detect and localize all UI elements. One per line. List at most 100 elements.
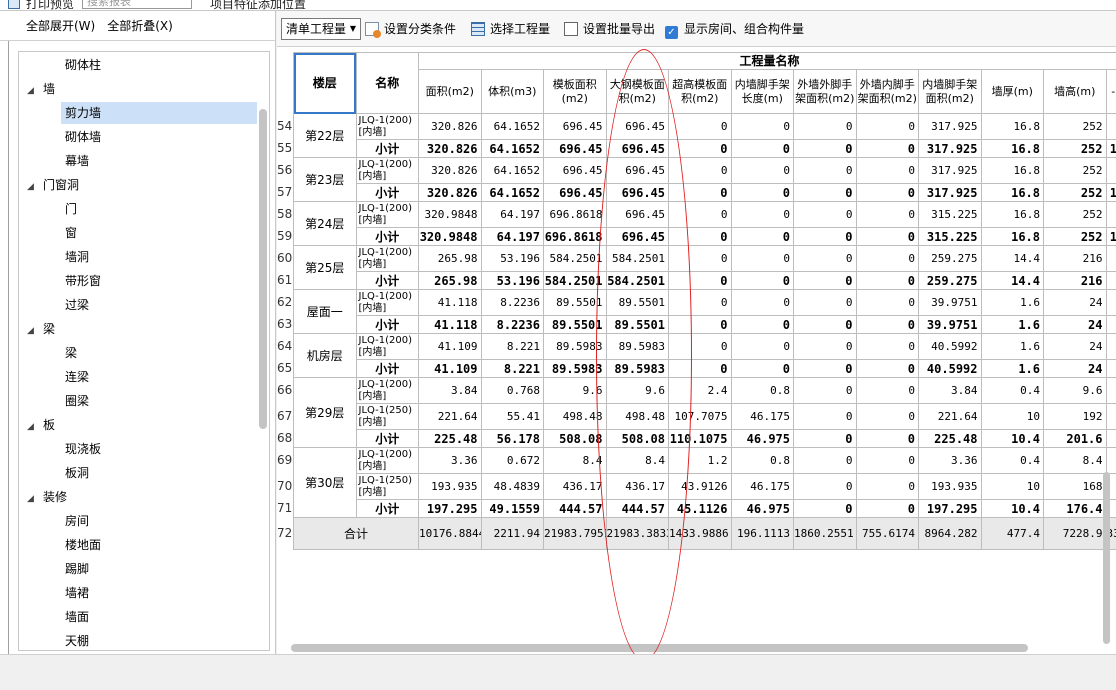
floor-cell[interactable]: 屋面一 — [293, 289, 357, 334]
value-cell[interactable]: 436.17 — [543, 473, 607, 500]
value-cell[interactable]: 46.175 — [730, 473, 794, 500]
batch-export-button[interactable]: 设置批量导出 — [564, 18, 655, 40]
quantity-type-select[interactable]: 清单工程量 ▼ — [281, 18, 361, 40]
tree-category[interactable]: ◢ 门窗洞 — [27, 174, 79, 196]
value-cell[interactable]: 0.4 — [980, 377, 1044, 404]
show-room-checkbox[interactable]: ✓ 显示房间、组合构件量 — [665, 18, 804, 40]
table-row[interactable]: 第23层 JLQ-1(200)[内墙] 320.826 64.1652 696.45 69… — [293, 157, 1116, 202]
value-cell[interactable]: 0 — [855, 289, 919, 316]
report-search-input[interactable]: 搜索报表 — [82, 0, 192, 9]
value-cell[interactable]: 10 — [980, 473, 1044, 500]
value-cell[interactable]: 320.9848 — [418, 227, 482, 246]
column-header[interactable]: 面积(m2) — [418, 69, 482, 114]
value-cell[interactable]: 7228.9 — [1043, 517, 1107, 550]
tree-item[interactable]: 墙裙 — [61, 582, 257, 604]
value-cell[interactable]: 216 — [1043, 245, 1107, 272]
value-cell[interactable]: 0 — [730, 139, 794, 158]
tree-item[interactable]: 板洞 — [61, 462, 257, 484]
column-header[interactable]: 体积(m3) — [480, 69, 544, 114]
value-cell[interactable]: 0 — [793, 183, 857, 202]
column-header[interactable]: 超高模板面积(m2) — [668, 69, 732, 114]
grid-vertical-scrollbar[interactable] — [1103, 472, 1110, 644]
value-cell[interactable]: 1.6 — [980, 289, 1044, 316]
value-cell[interactable]: 0 — [730, 183, 794, 202]
value-cell[interactable]: 197.295 — [418, 499, 482, 518]
value-cell[interactable]: 16.8 — [980, 157, 1044, 184]
value-cell[interactable]: 2.4 — [668, 377, 732, 404]
value-cell[interactable]: 89.5501 — [605, 289, 669, 316]
floor-cell[interactable]: 第30层 — [293, 447, 357, 518]
floor-cell[interactable]: 第22层 — [293, 113, 357, 158]
value-cell[interactable]: 64.1652 — [480, 113, 544, 140]
value-cell[interactable]: 110.1075 — [668, 429, 732, 448]
column-header[interactable]: 内墙脚手架长度(m) — [730, 69, 794, 114]
value-cell[interactable]: 0 — [668, 359, 732, 378]
value-cell[interactable]: 49.1559 — [480, 499, 544, 518]
tree-item[interactable]: 楼地面 — [61, 534, 257, 556]
component-name-cell[interactable]: JLQ-1(250)[内墙] — [355, 403, 419, 430]
value-cell[interactable] — [1105, 359, 1116, 378]
value-cell[interactable]: 584.2501 — [605, 271, 669, 290]
component-name-cell[interactable]: JLQ-1(200)[内墙] — [355, 245, 419, 272]
value-cell[interactable]: 168 — [1043, 473, 1107, 500]
tree-item[interactable]: 幕墙 — [61, 150, 257, 172]
value-cell[interactable]: 107.7075 — [668, 403, 732, 430]
table-row[interactable]: JLQ-1(250)[内墙] 221.64 55.41 498.48 498.48 107… — [294, 403, 1116, 430]
tree-item[interactable]: 墙面 — [61, 606, 257, 628]
subtotal-row[interactable]: 小计 197.295 49.1559 444.57 444.57 45.1126 46.97… — [294, 499, 1116, 518]
value-cell[interactable]: 41.109 — [418, 359, 482, 378]
tree-item[interactable]: 砌体柱 — [61, 54, 257, 76]
value-cell[interactable]: 8.2236 — [480, 315, 544, 334]
tree-category[interactable]: ◢ 墙 — [27, 78, 55, 100]
value-cell[interactable]: 0 — [855, 315, 919, 334]
value-cell[interactable]: 477.4 — [980, 517, 1044, 550]
value-cell[interactable]: 8.4 — [543, 447, 607, 474]
value-cell[interactable]: 317.925 — [918, 157, 982, 184]
collapse-arrow-icon[interactable]: ◢ — [27, 416, 43, 438]
value-cell[interactable]: 3.36 — [918, 447, 982, 474]
floor-cell[interactable]: 第29层 — [293, 377, 357, 448]
value-cell[interactable]: 320.9848 — [418, 201, 482, 228]
value-cell[interactable]: 0 — [730, 227, 794, 246]
value-cell[interactable]: 320.826 — [418, 113, 482, 140]
value-cell[interactable]: 9.6 — [1043, 377, 1107, 404]
tree-category[interactable]: ◢ 装修 — [27, 486, 67, 508]
value-cell[interactable]: 1.6 — [980, 315, 1044, 334]
value-cell[interactable]: 53.196 — [480, 245, 544, 272]
value-cell[interactable] — [1105, 201, 1116, 228]
value-cell[interactable]: 0 — [793, 271, 857, 290]
collapse-arrow-icon[interactable]: ◢ — [27, 488, 43, 510]
value-cell[interactable]: 225.48 — [918, 429, 982, 448]
choose-quantity-button[interactable]: 选择工程量 — [471, 18, 550, 40]
floor-cell[interactable]: 第23层 — [293, 157, 357, 202]
value-cell[interactable]: 315.225 — [918, 201, 982, 228]
floor-cell[interactable]: 第24层 — [293, 201, 357, 246]
value-cell[interactable]: 3.84 — [918, 377, 982, 404]
value-cell[interactable]: 21983.3833 — [605, 517, 669, 550]
component-name-cell[interactable]: JLQ-1(200)[内墙] — [355, 377, 419, 404]
value-cell[interactable]: 221.64 — [918, 403, 982, 430]
value-cell[interactable]: 696.45 — [605, 113, 669, 140]
value-cell[interactable]: 0 — [855, 139, 919, 158]
value-cell[interactable]: 1.6 — [980, 359, 1044, 378]
horizontal-scrollbar[interactable] — [291, 644, 1028, 652]
tree-item[interactable]: 圈梁 — [61, 390, 257, 412]
value-cell[interactable]: 14.4 — [980, 271, 1044, 290]
value-cell[interactable]: 0 — [730, 271, 794, 290]
value-cell[interactable]: 584.2501 — [543, 245, 607, 272]
value-cell[interactable]: 584.2501 — [605, 245, 669, 272]
floor-cell[interactable]: 第25层 — [293, 245, 357, 290]
subtotal-row[interactable]: 小计 320.826 64.1652 696.45 696.45 0 0 0 0 317.925 1… — [294, 183, 1116, 202]
value-cell[interactable]: 508.08 — [605, 429, 669, 448]
value-cell[interactable]: 0 — [793, 201, 857, 228]
value-cell[interactable]: 39.9751 — [918, 315, 982, 334]
value-cell[interactable]: 40.5992 — [918, 333, 982, 360]
tree-category[interactable]: ◢ 板 — [27, 414, 55, 436]
value-cell[interactable]: 259.275 — [918, 271, 982, 290]
value-cell[interactable]: 0 — [730, 157, 794, 184]
column-header-floor[interactable]: 楼层 — [293, 52, 357, 114]
value-cell[interactable]: 56.178 — [480, 429, 544, 448]
value-cell[interactable]: 8.221 — [480, 333, 544, 360]
value-cell[interactable]: 0 — [668, 245, 732, 272]
value-cell[interactable] — [1105, 271, 1116, 290]
